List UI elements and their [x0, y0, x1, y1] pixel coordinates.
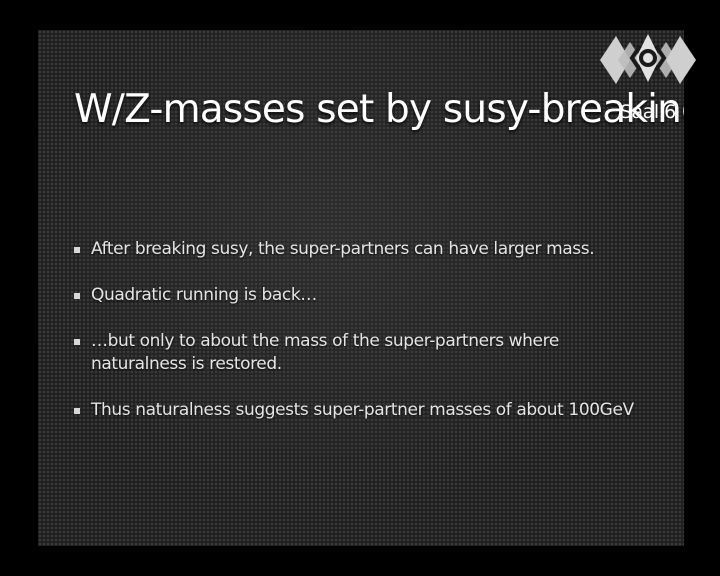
bullet-text: Quadratic running is back… [91, 285, 317, 305]
square-bullet-icon [74, 408, 80, 414]
bullet-text: Thus naturalness suggests super-partner … [91, 400, 634, 420]
square-bullet-icon [74, 247, 80, 253]
slide-title: W/Z-masses set by susy-breaking [74, 87, 684, 132]
video-frame: W/Z-masses set by susy-breaking After br… [0, 0, 720, 576]
presentation-slide: W/Z-masses set by susy-breaking After br… [38, 30, 684, 546]
square-bullet-icon [74, 339, 80, 345]
bullet-list: After breaking susy, the super-partners … [74, 238, 634, 445]
list-item: Quadratic running is back… [74, 284, 634, 307]
room-label: Saal 6 [620, 101, 676, 123]
bullet-text: After breaking susy, the super-partners … [91, 239, 595, 259]
conference-logo-icon [600, 34, 696, 84]
list-item: After breaking susy, the super-partners … [74, 238, 634, 261]
square-bullet-icon [74, 293, 80, 299]
list-item: Thus naturalness suggests super-partner … [74, 399, 634, 422]
list-item: …but only to about the mass of the super… [74, 330, 634, 376]
bullet-text: …but only to about the mass of the super… [91, 331, 559, 374]
